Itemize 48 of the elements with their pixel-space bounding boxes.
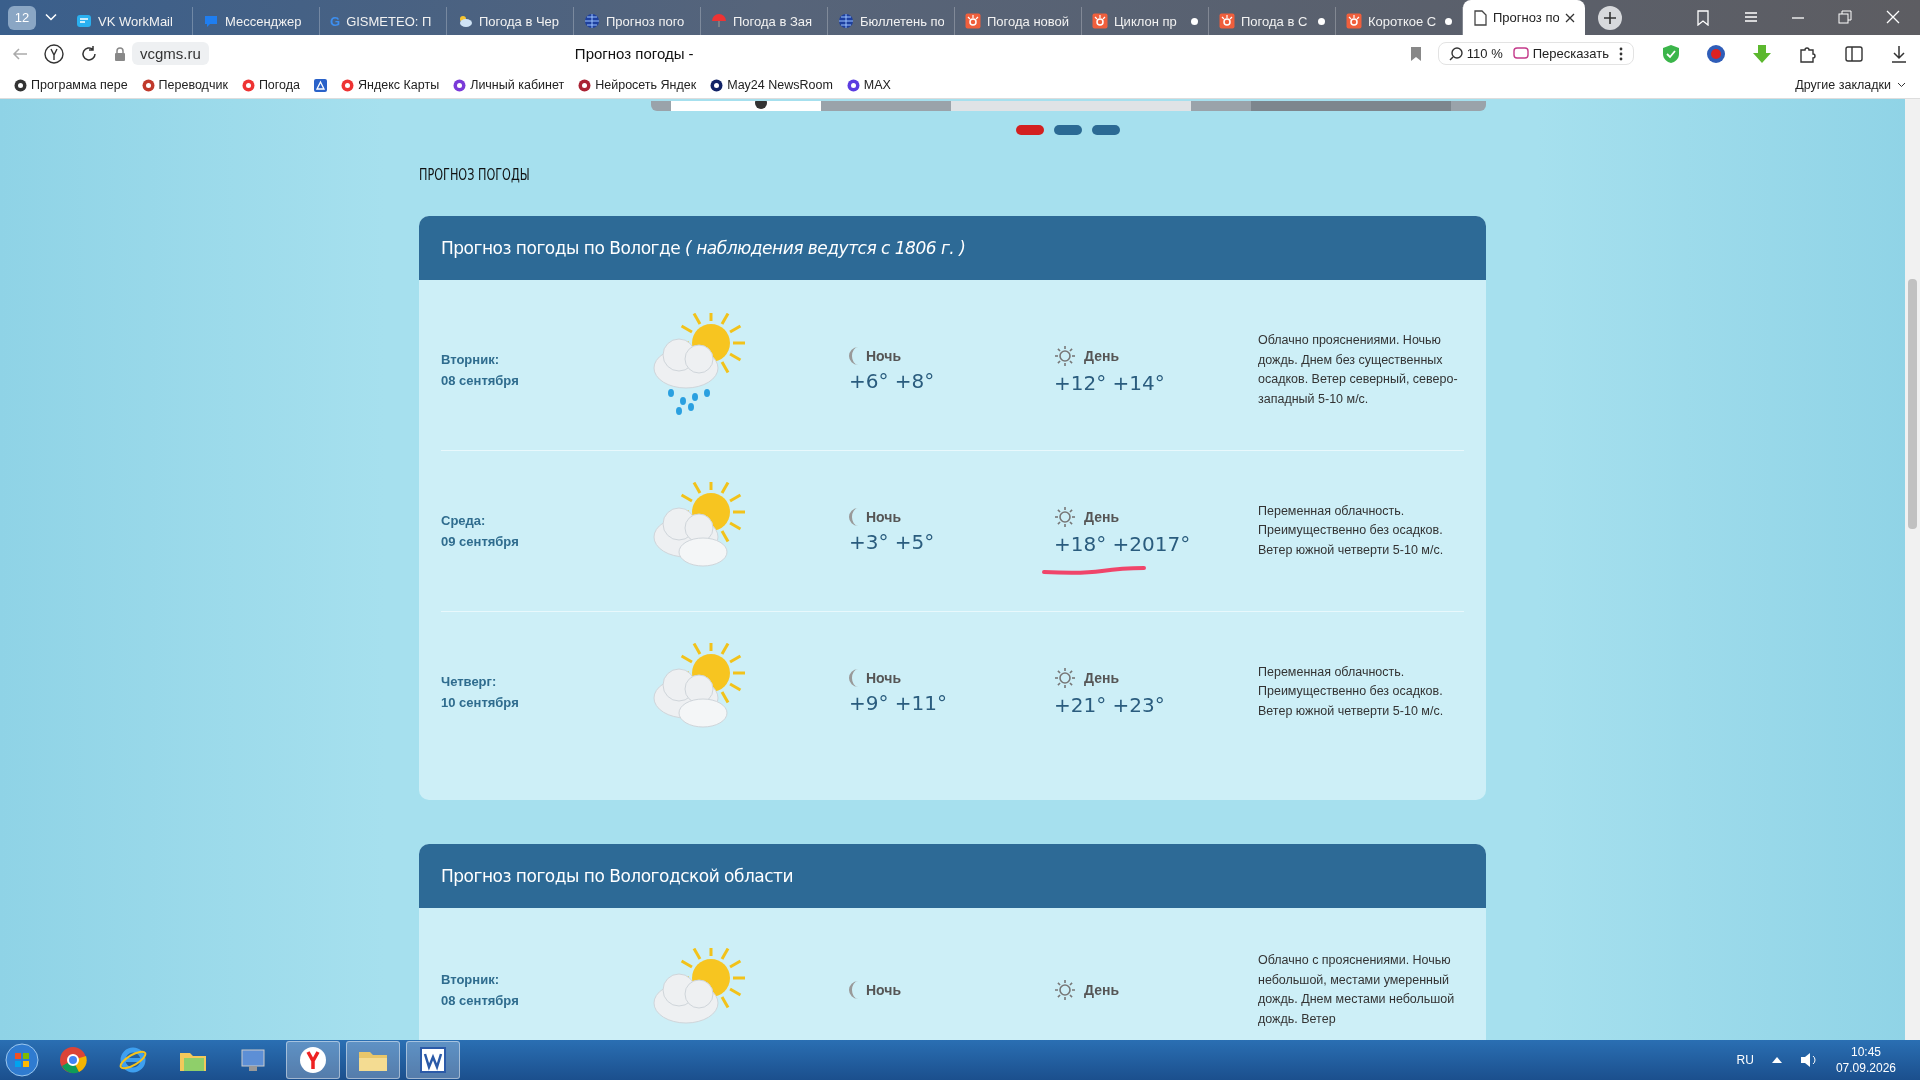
bookmark-link[interactable]: Переводчик [141,78,228,92]
clock-time: 10:45 [1850,1045,1881,1059]
night-label: Ночь [866,509,902,525]
night-temperature: +3° +5° [849,530,936,554]
page-title: Прогноз погоды - [574,45,695,62]
forecast-description: Облачно с прояснениями. Ночью небольшой, местами умеренный дождь. Днем местами небольшой дождь. Ветер [1258,952,1456,1028]
weekday-label: Четверг: [441,674,498,689]
bookmark-link[interactable]: Программа пере [14,78,128,92]
night-label: Ночь [866,348,902,364]
bookmark-link[interactable]: Нейросеть Яндек [578,78,697,92]
date-label: 08 сентября [441,993,520,1008]
date-label: 10 сентября [441,695,520,710]
day-temperature: +12° +14° [1054,371,1166,395]
night-temperature: +9° +11° [849,691,949,715]
language-indicator[interactable]: RU [1736,1053,1754,1067]
panel-title: Прогноз погоды по Вологодской области [441,866,794,886]
retell-button[interactable]: Пересказать [1512,46,1609,61]
night-label: Ночь [866,670,902,686]
zoom-button[interactable]: 110 % [1448,46,1503,61]
clock[interactable]: 10:45 07.09.2026 [1835,1045,1896,1075]
day-label: День [1084,670,1119,686]
date-label: 09 сентября [441,534,520,549]
bookmark-link[interactable]: Погода [241,78,301,92]
section-heading: ПРОГНОЗ ПОГОДЫ [419,165,531,184]
other-bookmarks-button[interactable]: Другие закладки [1795,78,1906,92]
forecast-description: Облачно прояснениями. Ночью дождь. Днем без существенных осадков. Ветер северный, северо-западный 5-10 м/с. [1258,332,1459,408]
night-temperature: +6° +8° [849,369,936,393]
day-label: День [1084,509,1119,525]
day-label: День [1084,348,1119,364]
forecast-description: Переменная облачность. Преимущественно без осадков. Ветер южной четверти 5-10 м/с. [1258,663,1445,720]
bookmark-link[interactable]: Яндекс Карты [341,78,440,92]
day-temperature: +21° +23° [1054,693,1166,717]
panel-title: Прогноз погоды по Вологде ( наблюдения ведутся с 1806 г. ) [441,238,966,258]
clock-date: 07.09.2026 [1835,1061,1896,1075]
weekday-label: Среда: [441,513,487,528]
weekday-label: Вторник: [441,972,500,987]
night-label: Ночь [866,982,902,998]
letter-icon: G [330,13,341,29]
bookmark-link[interactable]: MAX [846,78,891,92]
forecast-description: Переменная облачность. Преимущественно без осадков. Ветер южной четверти 5-10 м/с. [1258,502,1445,559]
weekday-label: Вторник: [441,352,500,367]
browser-tab[interactable]: Прогноз по [1463,0,1585,35]
address-field[interactable]: vcgms.ru [132,42,209,65]
day-label: День [1084,982,1119,998]
bookmark-link[interactable]: Личный кабинет [453,78,565,92]
date-label: 08 сентября [441,373,520,388]
day-temperature: +18° +2017° [1054,532,1192,556]
bookmark-link[interactable]: May24 NewsRoom [710,78,833,92]
